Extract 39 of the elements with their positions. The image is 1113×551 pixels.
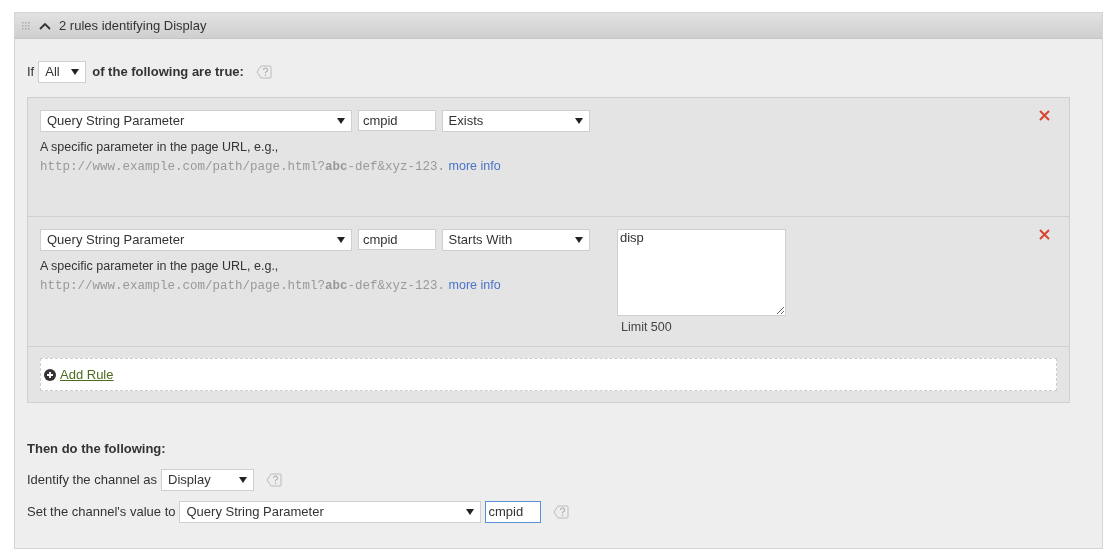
actions-heading: Then do the following:: [27, 440, 167, 458]
more-info-link[interactable]: more info: [448, 159, 501, 173]
dropdown[interactable]: Query String Parameter: [40, 110, 352, 132]
rule-description: A specific parameter in the page URL, e.g., http://www.example.com/path/page.html?abc-def&xyz-123. more info: [40, 258, 502, 295]
caret-down-icon: [575, 237, 583, 243]
dropdown[interactable]: Display: [161, 468, 255, 491]
key-field[interactable]: cmpid: [357, 110, 436, 131]
condition-prefix: If: [27, 63, 35, 82]
chevron-up-icon[interactable]: [39, 21, 51, 30]
dropdown[interactable]: Exists: [441, 110, 590, 132]
caret-down-icon: [239, 476, 248, 483]
help-icon[interactable]: [266, 472, 283, 487]
action-label: Identify the channel as: [27, 470, 158, 489]
add-rule-link[interactable]: Add Rule: [44, 364, 114, 385]
dropdown[interactable]: Query String Parameter: [40, 229, 352, 251]
action-label: Set the channel's value to: [27, 502, 176, 521]
condition-label: of the following are true:: [92, 63, 244, 82]
key-field[interactable]: cmpid: [357, 229, 436, 250]
dropdown[interactable]: Starts With: [441, 229, 590, 251]
dropdown[interactable]: All: [38, 61, 87, 83]
close-icon[interactable]: [1039, 110, 1050, 121]
caret-down-icon: [336, 118, 345, 124]
caret-down-icon: [336, 237, 345, 243]
value-field[interactable]: cmpid: [485, 500, 542, 523]
caret-down-icon: [71, 69, 80, 75]
help-icon[interactable]: [553, 504, 570, 519]
panel-title: 2 rules identifying Display: [59, 16, 207, 35]
rule-description: A specific parameter in the page URL, e.g., http://www.example.com/path/page.html?abc-def&xyz-123. more info: [40, 139, 502, 176]
dropdown[interactable]: Query String Parameter: [179, 500, 482, 523]
more-info-link[interactable]: more info: [448, 278, 501, 292]
panel-header[interactable]: 2 rules identifying Display: [15, 13, 1102, 39]
caret-down-icon: [575, 118, 583, 124]
limit-label: Limit 500: [621, 319, 673, 336]
close-icon[interactable]: [1039, 229, 1050, 240]
drag-handle-icon[interactable]: [21, 20, 31, 31]
caret-down-icon: [466, 508, 475, 515]
value-textarea[interactable]: disp: [617, 229, 786, 316]
plus-circle-icon: [44, 368, 56, 381]
help-icon[interactable]: [255, 65, 272, 79]
